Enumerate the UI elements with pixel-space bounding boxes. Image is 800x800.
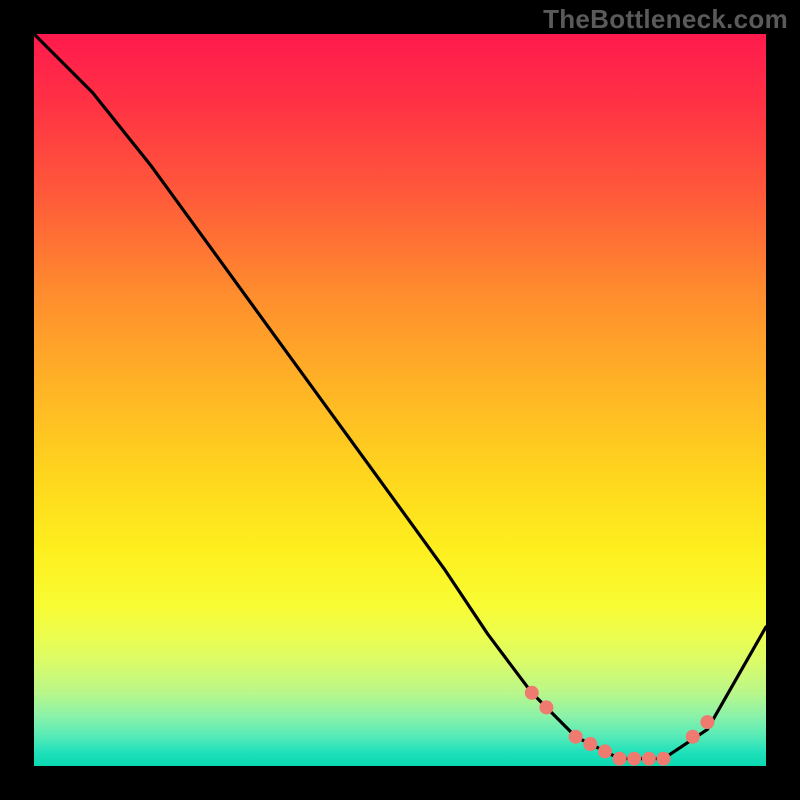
chart-frame: TheBottleneck.com — [0, 0, 800, 800]
curve-marker — [657, 752, 671, 766]
bottleneck-curve — [34, 34, 766, 759]
curve-marker — [686, 730, 700, 744]
curve-marker — [569, 730, 583, 744]
watermark-text: TheBottleneck.com — [543, 4, 788, 35]
curve-marker — [598, 744, 612, 758]
curve-marker — [583, 737, 597, 751]
chart-svg — [34, 34, 766, 766]
curve-marker — [539, 700, 553, 714]
curve-marker — [613, 752, 627, 766]
curve-marker — [700, 715, 714, 729]
plot-area — [34, 34, 766, 766]
marker-group — [525, 686, 715, 766]
curve-marker — [642, 752, 656, 766]
curve-marker — [525, 686, 539, 700]
curve-marker — [627, 752, 641, 766]
